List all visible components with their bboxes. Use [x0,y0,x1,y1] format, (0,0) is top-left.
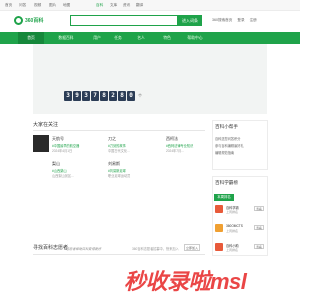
volunteer-desc: 志愿者帮助百科变得更好 [66,247,102,251]
help-line[interactable]: 百科送您问答积分 [215,136,241,141]
topnav-item-video[interactable]: 视频 [34,3,41,8]
card-title[interactable]: 西柯法 [166,136,178,142]
rank-item-sub: 上周排名 [226,229,239,233]
logo-text: 360百科 [25,18,44,24]
watermark-text: 秒收录啦msl [124,269,247,294]
counter-unit: 个 [138,93,142,98]
counter-digit: 2 [109,91,117,101]
site-logo[interactable]: 360百科 [14,16,54,26]
volunteer-join-button[interactable]: 立即加入 [184,244,200,251]
topnav-item-map[interactable]: 地图 [63,3,70,8]
rank-item-title[interactable]: 360OMCTS [226,224,243,228]
header-links: 360搜索首页 登录 注册 [212,18,261,23]
volunteer-title: 寻找百科志愿者 [33,245,69,251]
topnav-item-baike[interactable]: 百科 [96,3,103,8]
rank-badge-icon [215,243,223,251]
tab-feature[interactable]: 特色 [154,32,180,44]
rank-badge-icon [215,224,223,232]
card-title[interactable]: 刀之 [108,136,116,142]
help-panel-title: 百科小帮手 [215,124,238,129]
counter-digit: 7 [91,91,99,101]
link-360-home[interactable]: 360搜索首页 [212,18,232,22]
topnav-item-image[interactable]: 图片 [49,3,56,8]
link-login[interactable]: 登录 [237,18,244,22]
counter-digit: 3 [64,91,72,101]
link-register[interactable]: 注册 [250,18,257,22]
rank-badge-icon [215,205,223,213]
science-rank-title: 百科学霸榜 [215,180,238,185]
card-meta: 中国古代文化... [108,149,130,153]
counter-digit: 8 [100,91,108,101]
rank-view-button[interactable]: 查看 [254,244,264,249]
search-button[interactable]: 进入词条 [178,15,202,26]
tab-home[interactable]: 首页 [18,32,44,44]
tab-data-baike[interactable]: 数据百科 [53,32,79,44]
entry-counter: 3 9 3 7 8 2 8 0 个 [64,91,142,101]
card-meta: 山西梨山景区... [52,174,74,178]
rank-view-button[interactable]: 查看 [254,225,264,230]
main-navigation: 首页 数据百科 用户 任务 名人 特色 帮助中心 [0,32,300,44]
card-meta: 2024年4月1日 [52,149,73,153]
card-title[interactable]: 梨山 [52,161,60,167]
rank-view-button[interactable]: 查看 [254,206,264,211]
card-meta: 2024年7月... [166,149,184,153]
volunteer-note: 360百科志愿者招募中，快来加入 [132,247,179,251]
topnav-item-qa[interactable]: 问答 [19,3,26,8]
counter-digit: 8 [118,91,126,101]
topnav-item-home[interactable]: 首页 [5,3,12,8]
card-meta: 职业足球运动员 [108,174,131,178]
tab-help[interactable]: 帮助中心 [182,32,208,44]
follow-section-title: 大家在关注 [33,122,59,128]
logo-icon [14,16,23,25]
divider [33,254,205,255]
rank-item-sub: 上周排名 [226,210,239,214]
rank-item-sub: 上周排名 [226,248,239,252]
card-thumbnail[interactable] [33,135,49,152]
counter-digit: 3 [82,91,90,101]
tab-celebrity[interactable]: 名人 [128,32,154,44]
top-navigation: 首页 问答 视频 图片 地图 百科 文库 资讯 翻译 [0,0,300,11]
hero-banner [33,44,267,114]
topnav-item-translate[interactable]: 翻译 [136,3,143,8]
topnav-item-news[interactable]: 资讯 [123,3,130,8]
science-rank-tab[interactable]: 本周排名 [214,194,234,201]
topnav-item-wenku[interactable]: 文库 [110,3,117,8]
divider [33,130,205,131]
card-title[interactable]: 刘易斯 [108,161,120,167]
counter-digit: 0 [127,91,135,101]
help-line[interactable]: 编辑规范指南 [215,150,234,155]
search-input[interactable] [70,15,178,26]
help-line[interactable]: 参与百科编辑赢好礼 [215,143,244,148]
card-title[interactable]: 天航号 [52,136,64,142]
counter-digit: 9 [73,91,81,101]
